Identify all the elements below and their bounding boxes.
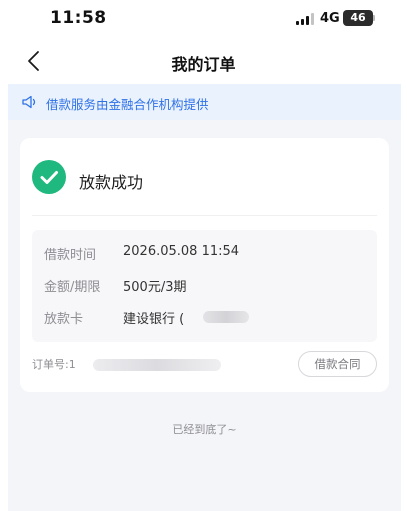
detail-value: 500元/3期 xyxy=(123,280,187,295)
status-bar: 11:58 4G 46 xyxy=(0,0,407,38)
page-title: 我的订单 xyxy=(171,55,236,74)
order-card: 放款成功 借款时间 2026.05.08 11:54 金额/期限 500元/3期… xyxy=(20,138,389,392)
redacted-card-number xyxy=(203,311,249,323)
speaker-icon xyxy=(22,95,36,109)
order-details: 借款时间 2026.05.08 11:54 金额/期限 500元/3期 放款卡 … xyxy=(32,230,377,342)
detail-value: 2026.05.08 11:54 xyxy=(123,244,240,259)
redacted-order-number xyxy=(93,359,221,371)
notice-text: 借款服务由金融合作机构提供 xyxy=(46,97,209,112)
divider xyxy=(32,215,377,216)
status-time: 11:58 xyxy=(50,8,107,28)
detail-value: 建设银行 ( xyxy=(123,312,185,327)
battery-level: 46 xyxy=(350,11,366,24)
nav-bar: 我的订单 xyxy=(0,38,407,84)
detail-label: 借款时间 xyxy=(44,248,97,263)
cellular-signal-icon xyxy=(296,13,316,25)
loan-contract-button[interactable]: 借款合同 xyxy=(298,351,377,377)
order-status: 放款成功 xyxy=(79,173,144,192)
order-number-label: 订单号:1 xyxy=(32,358,76,371)
detail-label: 放款卡 xyxy=(44,312,84,327)
check-circle-icon xyxy=(32,160,66,194)
notice-banner: 借款服务由金融合作机构提供 xyxy=(8,84,401,120)
battery-icon: 46 xyxy=(343,10,373,26)
end-of-list-text: 已经到底了~ xyxy=(172,423,237,436)
detail-label: 金额/期限 xyxy=(44,280,101,295)
battery-cap xyxy=(373,15,375,21)
network-type: 4G xyxy=(320,11,340,26)
